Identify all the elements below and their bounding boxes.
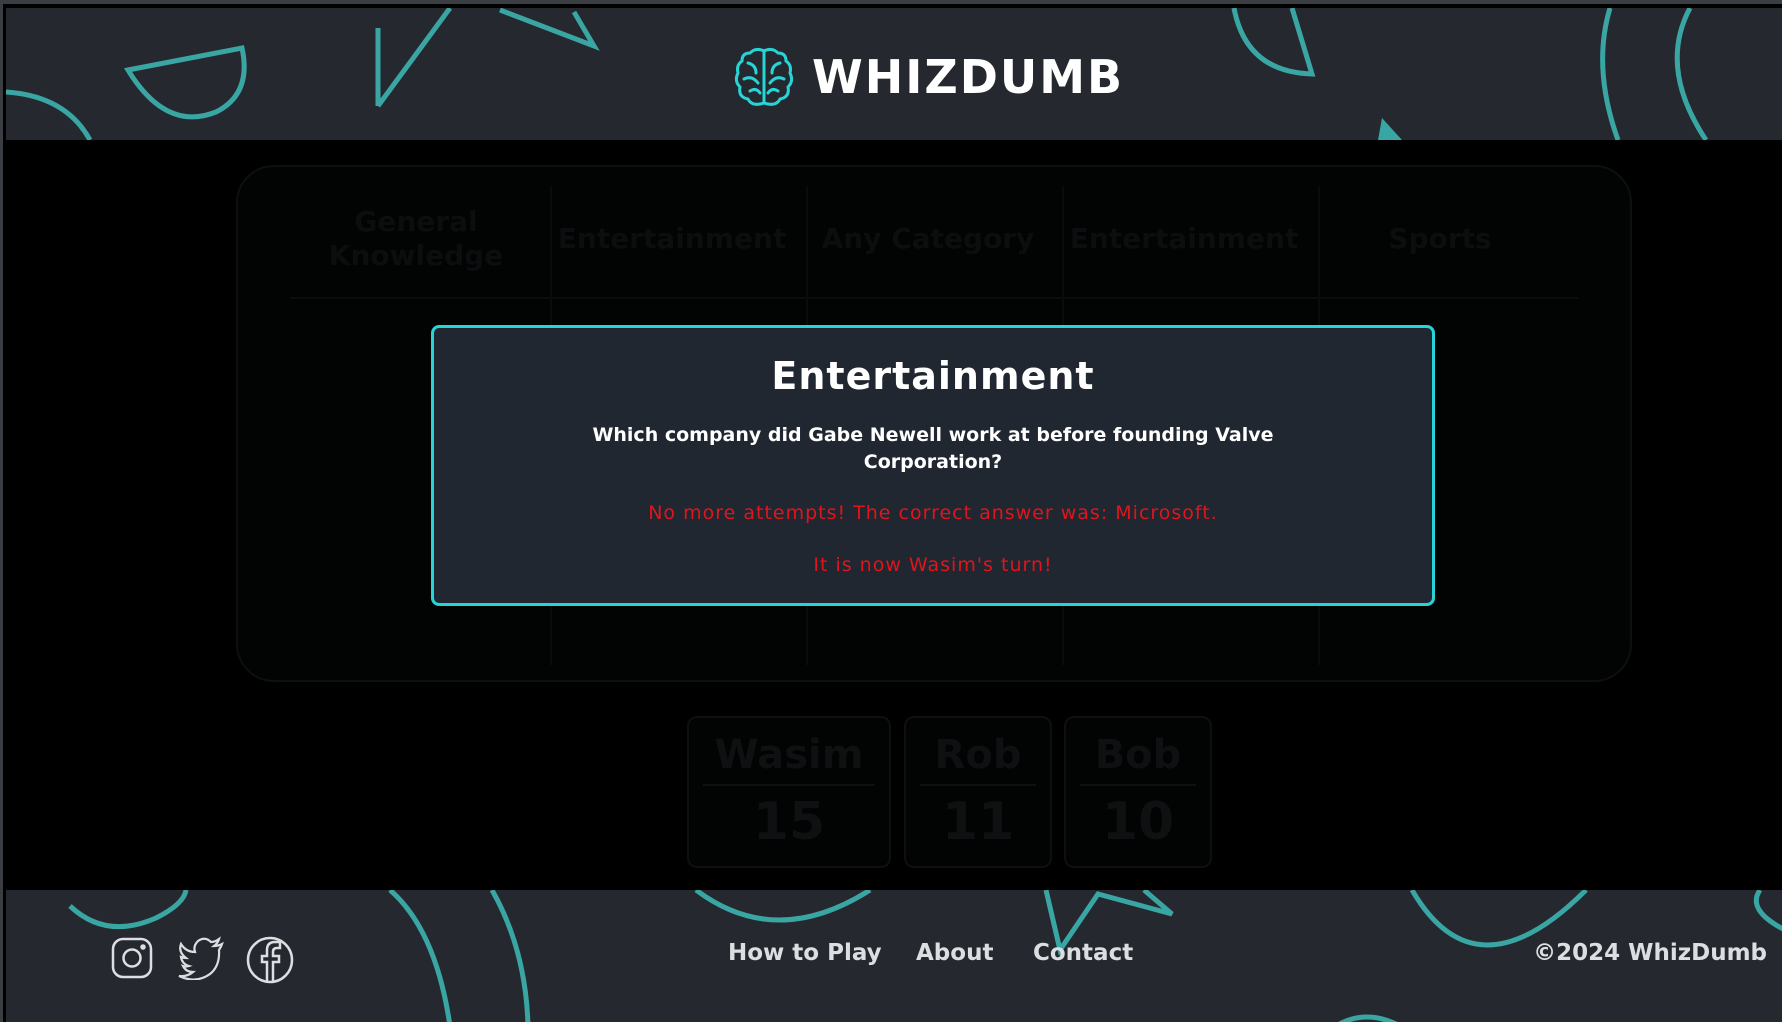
site-title: WHIZDUMB — [812, 50, 1125, 104]
player-name: Wasim — [703, 732, 875, 786]
question-text: Which company did Gabe Newell work at be… — [592, 424, 1274, 473]
player-score-card: Bob 10 — [1064, 716, 1212, 868]
player-score: 11 — [941, 792, 1015, 852]
scoreboard: Wasim 15 Rob 11 Bob 10 — [6, 716, 1782, 868]
player-score-card: Rob 11 — [904, 716, 1052, 868]
modal-category-title: Entertainment — [771, 354, 1095, 398]
facebook-icon[interactable] — [246, 936, 294, 984]
player-name: Rob — [920, 732, 1036, 786]
site-header: WHIZDUMB — [6, 8, 1782, 140]
app-window: WHIZDUMB General Knowledge Entertainment… — [0, 0, 1782, 1022]
player-score-card: Wasim 15 — [687, 716, 891, 868]
footer-link-about[interactable]: About — [916, 940, 993, 966]
category-header: Entertainment — [557, 222, 787, 255]
twitter-icon[interactable] — [178, 936, 224, 980]
instagram-icon[interactable] — [110, 936, 154, 980]
question-modal: Entertainment Which company did Gabe New… — [431, 325, 1435, 606]
player-score: 10 — [1101, 792, 1175, 852]
category-header: Any Category — [821, 222, 1035, 255]
board-header-divider — [290, 297, 1578, 299]
site-footer: How to Play About Contact ©2024 WhizDumb — [6, 890, 1782, 1022]
brand[interactable]: WHIZDUMB — [734, 42, 1124, 112]
copyright-text: ©2024 WhizDumb — [1533, 940, 1767, 966]
brain-icon — [734, 47, 794, 106]
player-name: Bob — [1080, 732, 1196, 786]
category-header: General Knowledge — [328, 205, 504, 272]
turn-message: It is now Wasim's turn! — [813, 554, 1053, 576]
player-score: 15 — [752, 792, 826, 852]
category-header: Sports — [1388, 222, 1492, 255]
category-header: Entertainment — [1069, 222, 1299, 255]
answer-result-message: No more attempts! The correct answer was… — [648, 502, 1218, 524]
footer-link-contact[interactable]: Contact — [1033, 940, 1133, 966]
footer-link-how-to-play[interactable]: How to Play — [728, 940, 882, 966]
